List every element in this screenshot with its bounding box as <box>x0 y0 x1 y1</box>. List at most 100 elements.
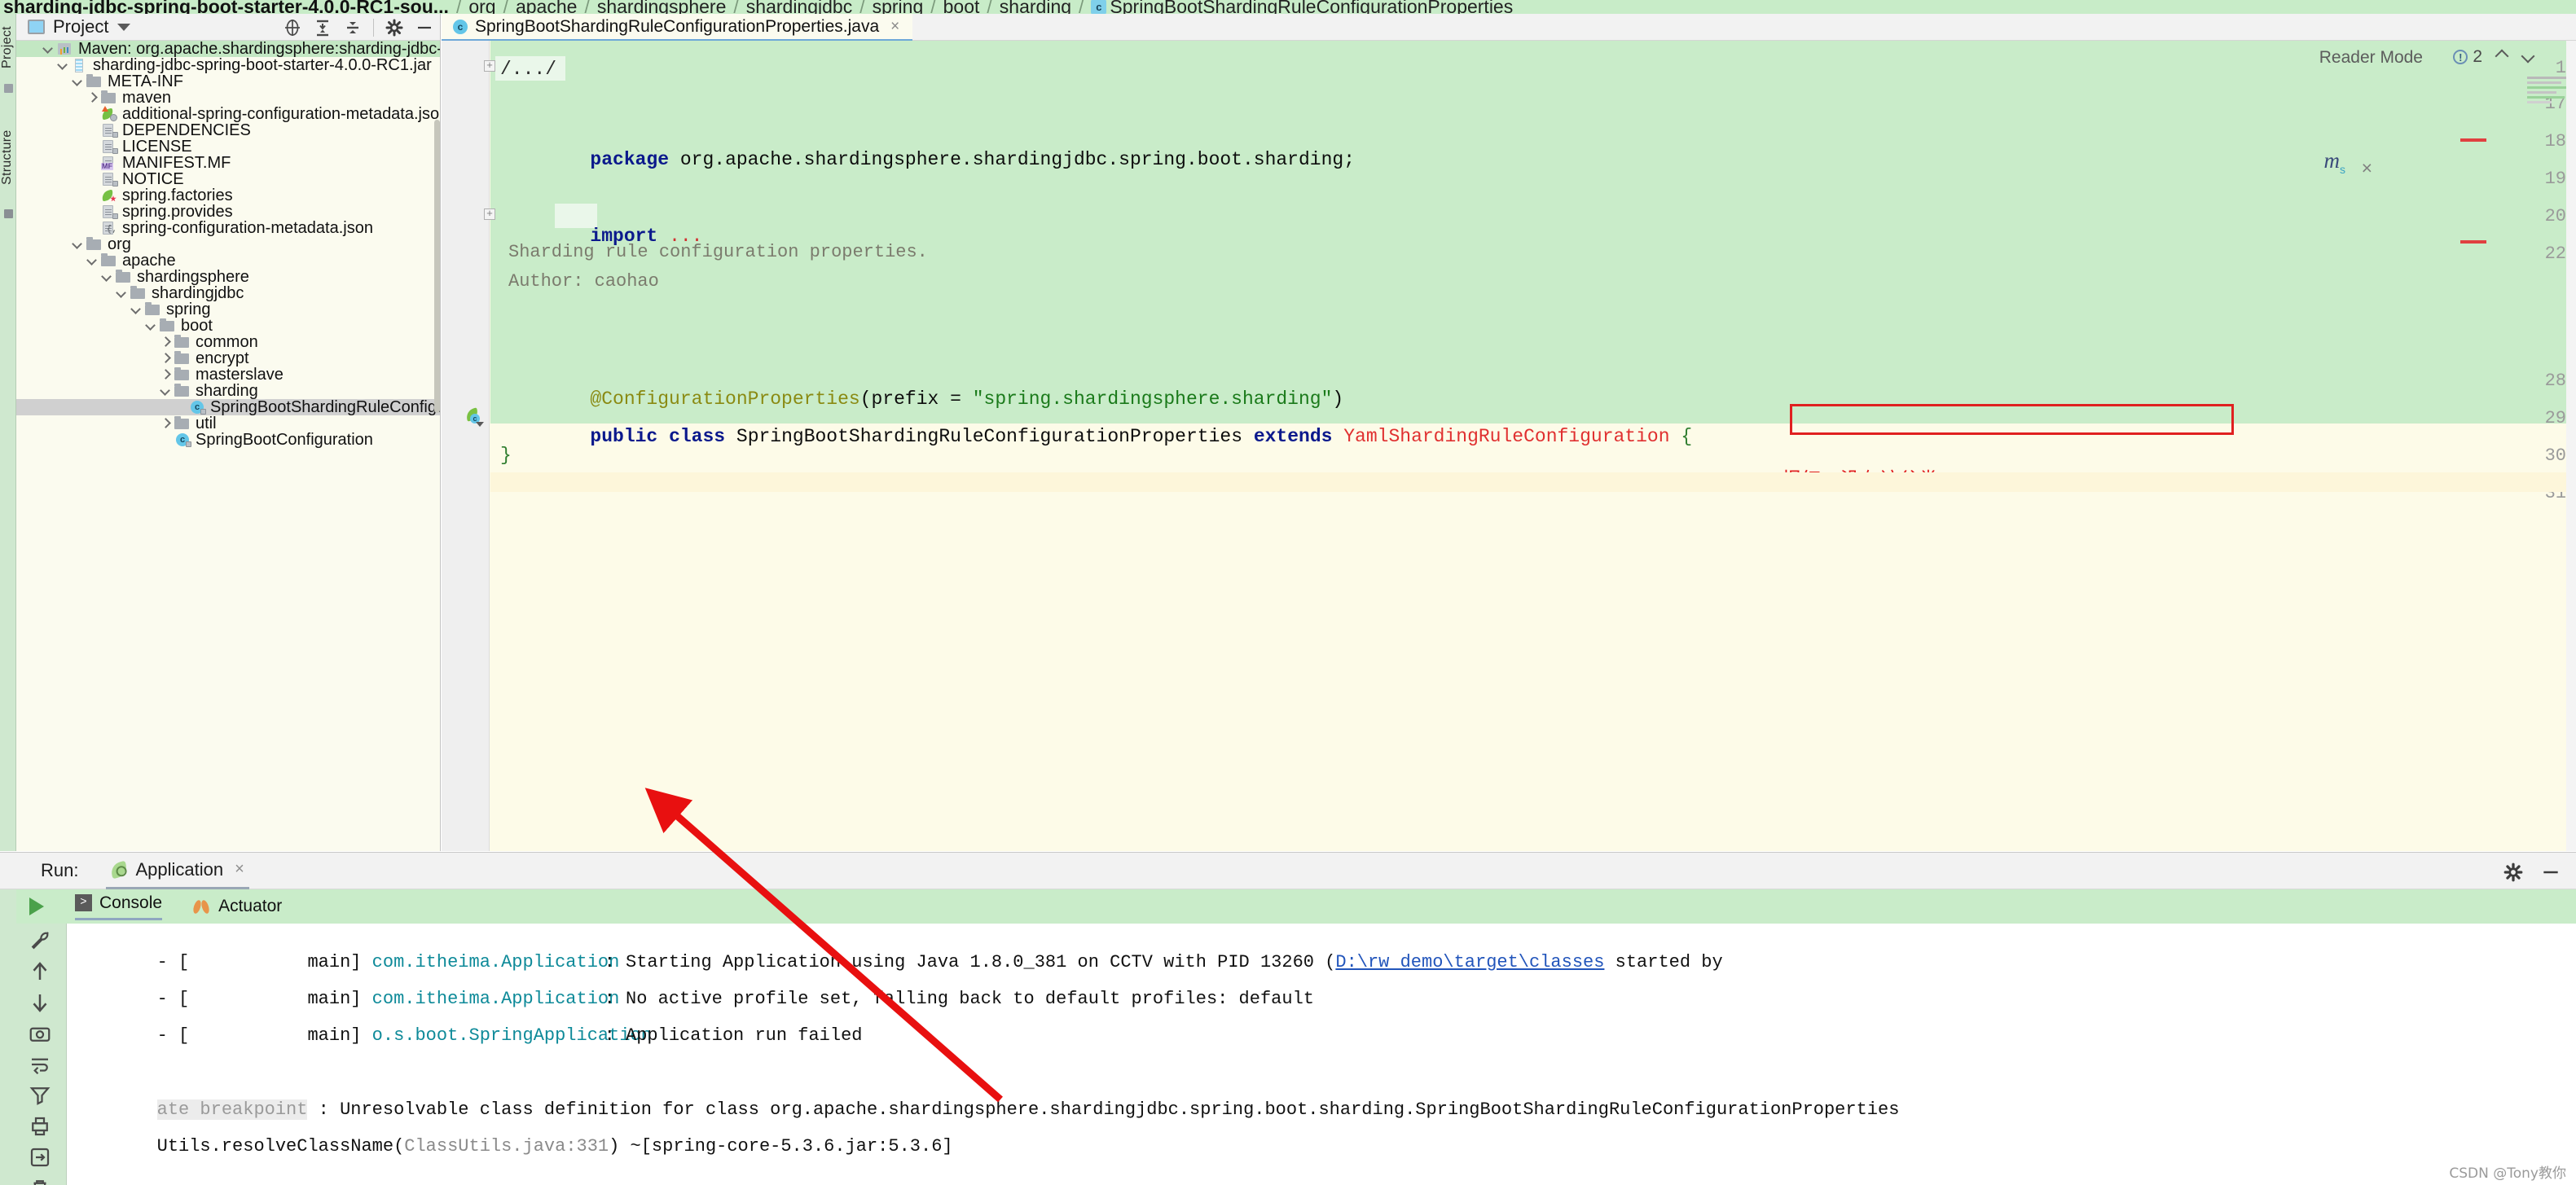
tree-item[interactable]: masterslave <box>16 366 440 384</box>
locate-icon[interactable] <box>283 18 302 37</box>
reader-mode-label[interactable]: Reader Mode <box>2319 48 2423 68</box>
error-stripe-marker[interactable] <box>2460 240 2486 244</box>
tree-item[interactable]: encrypt <box>16 349 440 367</box>
editor-scrollbar[interactable] <box>2566 41 2576 851</box>
chevron-down-icon[interactable] <box>41 42 55 56</box>
chevron-down-icon[interactable] <box>70 74 85 89</box>
breadcrumb-item-spring[interactable]: spring <box>873 0 924 14</box>
tab-console[interactable]: > Console <box>75 893 163 920</box>
folder-icon <box>130 286 147 301</box>
tree-item[interactable]: c SpringBootConfiguration <box>16 431 440 449</box>
tree-item[interactable]: additional-spring-configuration-metadata… <box>16 105 440 123</box>
stack-file-link[interactable]: ClassUtils.java:331 <box>404 1136 609 1156</box>
next-problem-icon[interactable] <box>2523 50 2535 62</box>
tree-item[interactable]: maven <box>16 89 440 107</box>
print-icon[interactable] <box>28 1114 55 1142</box>
folder-icon <box>160 318 176 333</box>
breadcrumb-root[interactable]: sharding-jdbc-spring-boot-starter-4.0.0-… <box>3 0 449 14</box>
chevron-right-icon[interactable] <box>158 416 173 431</box>
project-tree[interactable]: Maven: org.apache.shardingsphere:shardin… <box>16 40 440 449</box>
code-editor[interactable]: 1 17 18 19 20 22 28 29 30 31 c + /.../ p… <box>442 41 2576 851</box>
folded-comment[interactable]: /.../ <box>500 60 556 79</box>
fold-toggle-icon[interactable]: + <box>484 60 495 72</box>
tree-item[interactable]: spring <box>16 301 440 318</box>
error-stripe-marker[interactable] <box>2460 138 2486 142</box>
fold-toggle-icon[interactable]: + <box>484 208 495 220</box>
export-icon[interactable] <box>28 1145 55 1173</box>
tree-item[interactable]: spring.provides <box>16 203 440 221</box>
editor-gutter[interactable] <box>442 41 490 851</box>
tree-item[interactable]: sharding <box>16 382 440 400</box>
editor-minimap[interactable] <box>2527 77 2571 125</box>
tree-item[interactable]: spring.factories <box>16 187 440 204</box>
tree-item[interactable]: sharding-jdbc-spring-boot-starter-4.0.0-… <box>16 56 440 74</box>
expand-all-icon[interactable] <box>313 18 332 37</box>
camera-icon[interactable] <box>28 1021 55 1049</box>
console-output[interactable]: - [ main] com.itheima.Application : Star… <box>68 924 2576 1185</box>
breadcrumb-leaf[interactable]: SpringBootShardingRuleConfigurationPrope… <box>1110 0 1513 14</box>
chevron-right-icon[interactable] <box>85 90 99 105</box>
close-icon[interactable]: × <box>235 860 244 879</box>
chevron-down-icon[interactable] <box>55 58 70 72</box>
tree-item[interactable]: common <box>16 333 440 351</box>
breadcrumb-item-boot[interactable]: boot <box>943 0 980 14</box>
chevron-down-icon[interactable] <box>70 237 85 252</box>
gear-icon[interactable] <box>385 18 404 37</box>
arrow-down-icon[interactable] <box>28 990 55 1018</box>
chevron-down-icon[interactable] <box>158 384 173 398</box>
previous-problem-icon[interactable] <box>2497 50 2509 62</box>
chevron-down-icon[interactable] <box>117 23 131 31</box>
chevron-down-icon[interactable] <box>99 270 114 284</box>
breadcrumb-item-org[interactable]: org <box>468 0 495 14</box>
tree-item[interactable]: apache <box>16 252 440 270</box>
tool-window-project[interactable]: Project <box>0 19 16 76</box>
project-panel-title[interactable]: Project <box>53 16 108 37</box>
tree-item[interactable]: NOTICE <box>16 170 440 188</box>
chevron-right-icon[interactable] <box>158 335 173 349</box>
tree-item[interactable]: shardingsphere <box>16 268 440 286</box>
project-scrollbar[interactable] <box>434 120 440 413</box>
tree-item[interactable]: shardingjdbc <box>16 284 440 302</box>
close-icon[interactable]: × <box>890 18 899 36</box>
tree-item[interactable]: {, spring-configuration-metadata.json <box>16 219 440 237</box>
console-path-link[interactable]: D:\rw demo\target\classes <box>1335 952 1604 972</box>
breadcrumb-item-shardingjdbc[interactable]: shardingjdbc <box>746 0 852 14</box>
run-configuration-tab[interactable]: Application × <box>106 853 249 889</box>
run-class-gutter-icon[interactable]: c <box>464 407 484 427</box>
tree-item[interactable]: LICENSE <box>16 138 440 156</box>
tree-item[interactable]: org <box>16 235 440 253</box>
breadcrumb-item-apache[interactable]: apache <box>516 0 577 14</box>
breadcrumb-item-shardingsphere[interactable]: shardingsphere <box>597 0 727 14</box>
minimize-icon[interactable] <box>2540 862 2560 881</box>
breadcrumb-item-sharding[interactable]: sharding <box>1000 0 1071 14</box>
soft-wrap-icon[interactable] <box>28 1052 55 1080</box>
editor-tab[interactable]: c SpringBootShardingRuleConfigurationPro… <box>442 14 913 41</box>
chevron-down-icon[interactable] <box>129 302 143 317</box>
tool-window-structure[interactable]: Structure <box>0 118 16 196</box>
inspection-warning-count[interactable]: ! 2 <box>2453 47 2482 67</box>
chevron-right-icon[interactable] <box>158 351 173 366</box>
chevron-down-icon[interactable] <box>114 286 129 301</box>
close-icon[interactable]: × <box>2362 157 2372 179</box>
rerun-icon[interactable] <box>29 898 44 915</box>
trash-icon[interactable] <box>28 1176 55 1185</box>
tree-item[interactable]: util <box>16 415 440 432</box>
tree-item[interactable]: META-INF <box>16 72 440 90</box>
chevron-down-icon[interactable] <box>143 318 158 333</box>
tree-item[interactable]: MF MANIFEST.MF <box>16 154 440 172</box>
minimize-icon[interactable] <box>415 18 434 37</box>
wrench-icon[interactable] <box>28 928 55 956</box>
arrow-up-icon[interactable] <box>28 959 55 987</box>
tree-item[interactable]: c SpringBootShardingRuleConfigurationProp… <box>16 398 440 416</box>
chevron-right-icon[interactable] <box>158 367 173 382</box>
collapse-all-icon[interactable] <box>343 18 363 37</box>
tree-item[interactable]: boot <box>16 317 440 335</box>
chevron-down-icon[interactable] <box>85 253 99 268</box>
tree-item[interactable]: Maven: org.apache.shardingsphere:shardin… <box>16 40 440 58</box>
filter-icon[interactable] <box>28 1083 55 1111</box>
manifest-file-icon: MF <box>101 156 117 170</box>
tab-actuator[interactable]: Actuator <box>193 897 282 916</box>
tree-item[interactable]: DEPENDENCIES <box>16 121 440 139</box>
gear-icon[interactable] <box>2503 862 2523 881</box>
